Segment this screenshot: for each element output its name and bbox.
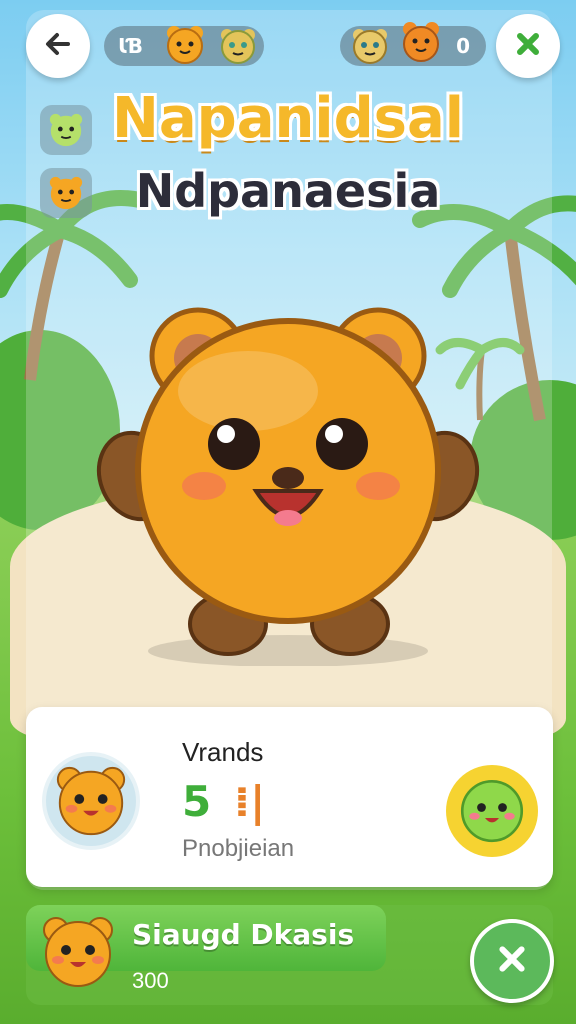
orange-bear-icon xyxy=(400,20,440,62)
reward-amount: 300 xyxy=(132,968,169,993)
game-subtitle: Ndpanaesia xyxy=(135,164,441,218)
orange-bear-icon xyxy=(56,766,126,836)
yellow-creature-icon xyxy=(350,26,390,66)
arrow-left-icon xyxy=(43,29,73,63)
stat-value-green: 5 xyxy=(182,777,212,826)
stat-value-orange: ⁞| xyxy=(234,777,266,826)
green-creature-icon xyxy=(218,26,258,66)
right-counter: 0 xyxy=(456,34,470,58)
reward-title: Siaugd Dkasis xyxy=(132,918,355,951)
bear-avatar-icon xyxy=(38,912,118,996)
green-creature-icon xyxy=(460,779,524,843)
card-title: Vrands xyxy=(182,737,264,767)
close-button-top[interactable] xyxy=(496,14,560,78)
game-title: Napanidsal xyxy=(112,86,464,151)
bear-character[interactable] xyxy=(88,306,488,666)
cross-icon xyxy=(513,29,543,63)
info-card[interactable]: Vrands 5 ⁞| Pnobjieian xyxy=(26,707,553,887)
left-counter: ꙆƁ xyxy=(118,34,143,58)
back-button[interactable] xyxy=(26,14,90,78)
green-creature-badge[interactable] xyxy=(446,765,538,857)
avatar xyxy=(42,752,140,850)
cross-icon xyxy=(494,941,530,981)
close-button-bottom[interactable] xyxy=(470,919,554,1003)
bear-avatar-icon xyxy=(164,24,204,64)
card-subtitle: Pnobjieian xyxy=(182,835,295,862)
